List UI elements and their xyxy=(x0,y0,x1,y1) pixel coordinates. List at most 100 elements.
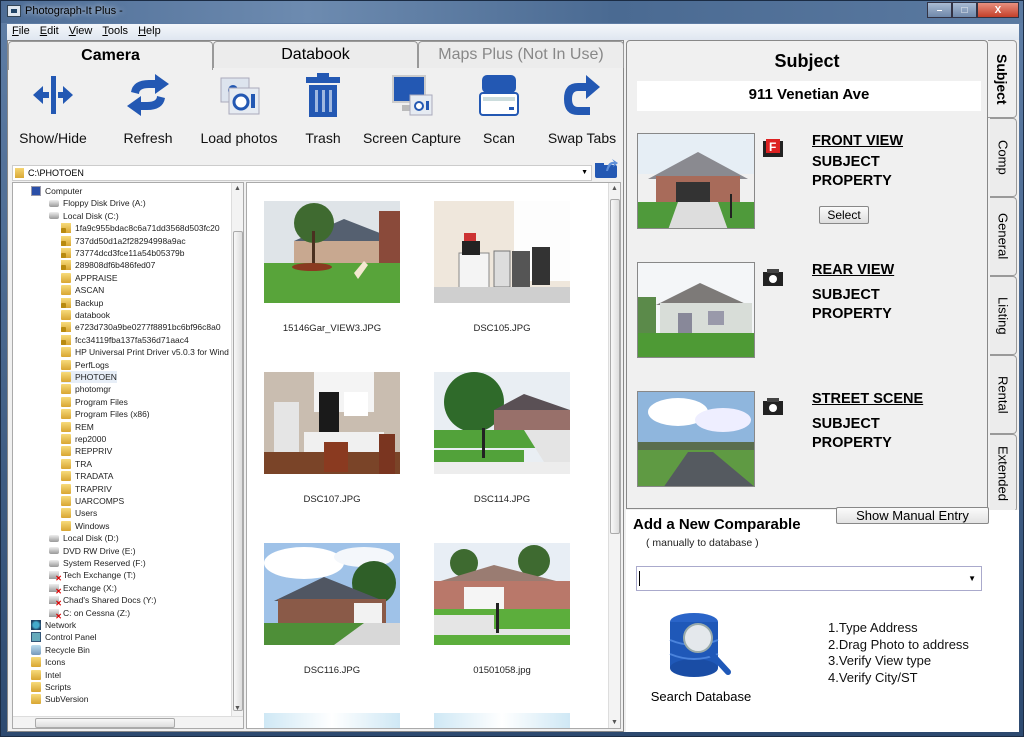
maximize-button[interactable]: □ xyxy=(952,2,977,18)
tree-item[interactable]: System Reserved (F:) xyxy=(49,557,146,569)
tree-item[interactable]: UARCOMPS xyxy=(61,495,124,507)
gallery-vertical-scrollbar[interactable]: ▲ ▼ xyxy=(608,183,620,728)
tree-item[interactable]: databook xyxy=(61,309,110,321)
photo-image[interactable] xyxy=(264,201,400,303)
camera-icon[interactable] xyxy=(762,396,786,416)
tree-item[interactable]: fcc34119fba137fa536d71aac4 xyxy=(61,334,189,346)
scroll-down-arrow[interactable]: ▼ xyxy=(234,705,241,712)
side-tab-listing[interactable]: Listing xyxy=(990,276,1017,355)
menu-file[interactable]: File xyxy=(7,24,35,40)
tree-item[interactable]: Program Files (x86) xyxy=(61,408,150,420)
tree-item[interactable]: Intel xyxy=(31,669,61,681)
tree-item[interactable]: Chad's Shared Docs (Y:) xyxy=(49,594,156,608)
side-tab-general[interactable]: General xyxy=(990,197,1017,276)
tree-item[interactable]: Floppy Disk Drive (A:) xyxy=(49,197,146,209)
tree-item[interactable]: C: on Cessna (Z:) xyxy=(49,607,130,621)
chevron-down-icon[interactable]: ▼ xyxy=(581,169,588,176)
tree-item[interactable]: Scripts xyxy=(31,681,71,693)
menu-edit[interactable]: Edit xyxy=(35,24,64,40)
side-tab-extended[interactable]: Extended xyxy=(990,434,1017,512)
menu-view[interactable]: View xyxy=(64,24,98,40)
camera-icon[interactable] xyxy=(762,267,786,287)
side-tab-subject[interactable]: Subject xyxy=(988,40,1017,118)
tree-item[interactable]: 737dd50d1a2f28294998a9ac xyxy=(61,235,186,247)
trash-button[interactable]: Trash xyxy=(273,71,373,146)
photo-image[interactable] xyxy=(434,201,570,303)
tree-item[interactable]: Network xyxy=(31,619,76,631)
photo-thumbnail[interactable]: DSC107.JPG xyxy=(257,372,407,505)
rear-view-slot[interactable]: REAR VIEW SUBJECT PROPERTY xyxy=(637,262,977,358)
tree-item[interactable]: TRA xyxy=(61,458,92,470)
scroll-up-arrow[interactable]: ▲ xyxy=(611,185,618,192)
front-view-slot[interactable]: F FRONT VIEW SUBJECT PROPERTY Select xyxy=(637,133,977,229)
photo-thumbnail-partial[interactable] xyxy=(434,713,570,728)
scroll-up-arrow[interactable]: ▲ xyxy=(234,185,241,192)
front-view-flag-icon[interactable]: F xyxy=(762,138,786,158)
photo-thumbnail[interactable]: 01501058.jpg xyxy=(427,543,577,676)
tree-item[interactable]: Icons xyxy=(31,656,65,668)
search-database-button[interactable]: Search Database xyxy=(641,610,761,704)
folder-up-button[interactable] xyxy=(594,159,618,179)
tab-databook[interactable]: Databook xyxy=(213,41,418,68)
tab-maps-plus[interactable]: Maps Plus (Not In Use) xyxy=(418,41,624,68)
chevron-down-icon[interactable]: ▼ xyxy=(968,574,976,583)
photo-thumbnail[interactable]: DSC105.JPG xyxy=(427,201,577,334)
side-tab-comp[interactable]: Comp xyxy=(990,118,1017,197)
tree-item[interactable]: Recycle Bin xyxy=(31,644,90,656)
photo-thumbnail-partial[interactable] xyxy=(264,713,400,728)
tree-item[interactable]: 1fa9c955bdac8c6a71dd3568d503fc20 xyxy=(61,222,220,234)
tree-horizontal-scrollbar[interactable] xyxy=(13,716,243,728)
scroll-down-arrow[interactable]: ▼ xyxy=(611,719,618,726)
scrollbar-thumb[interactable] xyxy=(233,231,243,711)
minimize-button[interactable]: – xyxy=(927,2,952,18)
tree-item[interactable]: DVD RW Drive (E:) xyxy=(49,545,136,557)
photo-thumbnail[interactable]: DSC116.JPG xyxy=(257,543,407,676)
show-hide-button[interactable]: Show/Hide xyxy=(3,71,103,146)
address-combo[interactable]: ▼ xyxy=(636,566,982,591)
tree-item[interactable]: Computer xyxy=(31,185,82,197)
path-combo[interactable]: C:\PHOTOEN ▼ xyxy=(12,165,592,181)
tree-item[interactable]: PHOTOEN xyxy=(61,371,117,383)
tree-item[interactable]: REPPRIV xyxy=(61,445,112,457)
refresh-button[interactable]: Refresh xyxy=(98,71,198,146)
photo-image[interactable] xyxy=(434,543,570,645)
street-scene-slot[interactable]: STREET SCENE SUBJECT PROPERTY xyxy=(637,391,977,487)
tree-item[interactable]: e723d730a9be0277f8891bc6bf96c8a0 xyxy=(61,321,221,333)
photo-gallery[interactable]: ▲ ▼ 15146Gar_VIEW3.JPG DSC105.JPG DSC107.J… xyxy=(246,182,621,729)
photo-image[interactable] xyxy=(434,372,570,474)
tree-item[interactable]: Tech Exchange (T:) xyxy=(49,569,136,583)
tree-item[interactable]: ASCAN xyxy=(61,284,104,296)
front-view-photo[interactable] xyxy=(637,133,755,229)
menu-tools[interactable]: Tools xyxy=(97,24,133,40)
scrollbar-thumb[interactable] xyxy=(610,199,620,534)
photo-image[interactable] xyxy=(264,372,400,474)
tree-item[interactable]: Windows xyxy=(61,520,109,532)
screen-capture-button[interactable]: Screen Capture xyxy=(362,71,462,146)
tree-item[interactable]: SubVersion xyxy=(31,693,88,705)
photo-thumbnail[interactable]: DSC114.JPG xyxy=(427,372,577,505)
show-manual-entry-button[interactable]: Show Manual Entry xyxy=(836,507,989,524)
tree-item[interactable]: rep2000 xyxy=(61,433,106,445)
tree-item[interactable]: TRADATA xyxy=(61,470,113,482)
tree-item[interactable]: PerfLogs xyxy=(61,359,109,371)
side-tab-rental[interactable]: Rental xyxy=(990,355,1017,434)
tree-item[interactable]: Exchange (X:) xyxy=(49,582,117,596)
tree-item[interactable]: Control Panel xyxy=(31,631,97,643)
photo-thumbnail[interactable]: 15146Gar_VIEW3.JPG xyxy=(257,201,407,334)
tree-item[interactable]: Local Disk (C:) xyxy=(49,210,119,222)
tree-item[interactable]: Local Disk (D:) xyxy=(49,532,119,544)
tree-vertical-scrollbar[interactable]: ▲ ▼ xyxy=(231,183,243,728)
tab-camera[interactable]: Camera xyxy=(8,41,213,70)
tree-item[interactable]: HP Universal Print Driver v5.0.3 for Win… xyxy=(61,346,229,358)
tree-item[interactable]: 73774dcd3fce11a54b05379b xyxy=(61,247,185,259)
tree-item[interactable]: Backup xyxy=(61,297,103,309)
folder-tree[interactable]: ▲ ▼ Computer Floppy Disk Drive (A:) Local … xyxy=(12,182,244,729)
tree-item[interactable]: 289808df6b486fed07 xyxy=(61,259,155,271)
menu-help[interactable]: Help xyxy=(133,24,166,40)
swap-tabs-button[interactable]: Swap Tabs xyxy=(532,71,632,146)
tree-item[interactable]: APPRAISE xyxy=(61,272,118,284)
tree-item[interactable]: REM xyxy=(61,421,94,433)
photo-image[interactable] xyxy=(264,543,400,645)
select-button[interactable]: Select xyxy=(819,206,869,224)
street-scene-photo[interactable] xyxy=(637,391,755,487)
